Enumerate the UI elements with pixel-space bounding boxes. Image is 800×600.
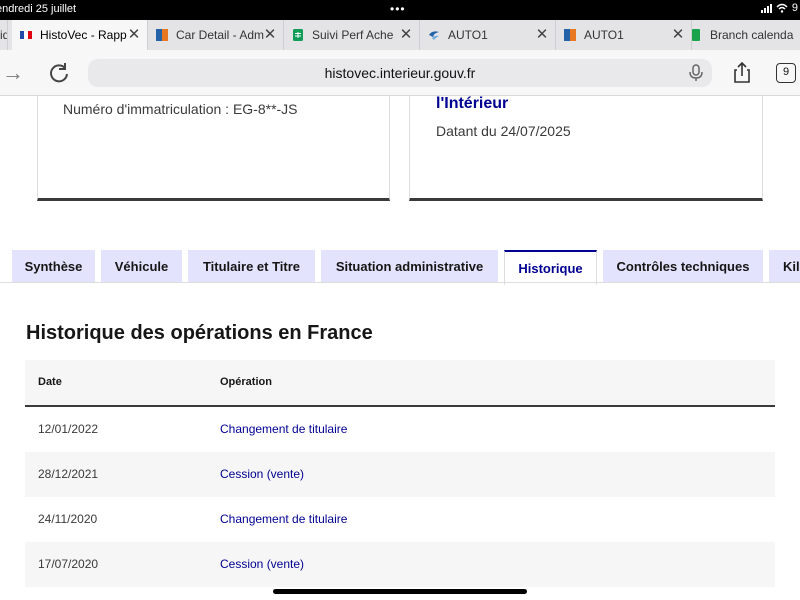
row-operation: Cession (vente) [220, 557, 305, 571]
status-indicators: 9 [760, 2, 798, 14]
close-tab-icon[interactable]: ✕ [127, 27, 141, 42]
row-date: 24/11/2020 [38, 512, 98, 526]
close-tab-icon[interactable]: ✕ [535, 27, 549, 42]
share-icon[interactable] [730, 61, 754, 85]
tab-kilometrage[interactable]: Kilo [769, 250, 800, 282]
status-bar: endredi 25 juillet ••• 9 [0, 0, 800, 20]
browser-tab-car-detail[interactable]: Car Detail - Adm ✕ [148, 20, 284, 50]
table-row: 24/11/2020 Changement de titulaire [25, 497, 775, 542]
row-operation: Changement de titulaire [220, 422, 348, 436]
row-date: 12/01/2022 [38, 422, 99, 436]
tab-controles-techniques[interactable]: Contrôles techniques [603, 250, 763, 282]
browser-toolbar: → histovec.interieur.gouv.fr 9 [0, 50, 800, 96]
tab-situation-administrative[interactable]: Situation administrative [321, 250, 498, 282]
tab-synthese[interactable]: Synthèse [12, 250, 95, 282]
web-page: Numéro d'immatriculation : EG-8**-JS l'I… [0, 96, 800, 600]
battery-percent: 9 [791, 2, 798, 14]
browser-tab-strip: ide HistoVec - Rapp ✕ Car Detail - Adm ✕… [0, 20, 800, 50]
url-text: histovec.interieur.gouv.fr [324, 65, 476, 81]
wifi-icon [776, 3, 788, 13]
browser-tab-histovec[interactable]: HistoVec - Rapp ✕ [12, 20, 148, 50]
row-operation: Changement de titulaire [220, 512, 348, 526]
browser-tab-branch-calendar[interactable]: Branch calenda [682, 20, 800, 50]
issuing-organization: l'Intérieur [436, 96, 509, 112]
tab-label: Contrôles techniques [616, 258, 750, 274]
tabs-divider [0, 282, 800, 283]
tab-historique[interactable]: Historique [504, 250, 597, 285]
tab-label: Véhicule [114, 258, 169, 274]
home-indicator[interactable] [273, 589, 527, 594]
green-doc-icon [692, 29, 700, 41]
report-tabs: Synthèse Véhicule Titulaire et Titre Sit… [0, 250, 800, 285]
table-row: 17/07/2020 Cession (vente) [25, 542, 775, 587]
browser-tab-suivi-perf[interactable]: Suivi Perf Ache ✕ [284, 20, 420, 50]
row-operation: Cession (vente) [220, 467, 305, 481]
browser-tab-title: Branch calenda [710, 28, 794, 42]
google-sheets-icon [293, 29, 303, 41]
multitask-dots-icon[interactable]: ••• [390, 2, 406, 16]
address-bar[interactable]: histovec.interieur.gouv.fr [88, 59, 712, 87]
tab-titulaire[interactable]: Titulaire et Titre [188, 250, 315, 282]
report-source-card: l'Intérieur Datant du 24/07/2025 [409, 96, 763, 201]
tab-label: Situation administrative [335, 258, 484, 274]
tab-label: Historique [518, 261, 583, 276]
report-date: Datant du 24/07/2025 [436, 123, 571, 139]
tab-label: Synthèse [24, 258, 83, 274]
close-tab-icon[interactable]: ✕ [399, 27, 413, 42]
table-header: Date Opération [25, 360, 775, 407]
browser-tab-partial[interactable]: ide [0, 20, 8, 50]
browser-tab-auto1-a[interactable]: AUTO1 ✕ [420, 20, 556, 50]
auto1-swirl-icon [429, 31, 439, 40]
column-header-date: Date [38, 376, 62, 388]
registration-card: Numéro d'immatriculation : EG-8**-JS [37, 96, 390, 201]
operations-table: Date Opération 12/01/2022 Changement de … [25, 360, 775, 587]
close-tab-icon[interactable]: ✕ [263, 27, 277, 42]
table-row: 12/01/2022 Changement de titulaire [25, 407, 775, 452]
tab-vehicule[interactable]: Véhicule [101, 250, 182, 282]
row-date: 28/12/2021 [38, 467, 99, 481]
status-datetime: endredi 25 juillet [0, 3, 77, 15]
browser-tab-title: ide [0, 28, 7, 42]
table-row: 28/12/2021 Cession (vente) [25, 452, 775, 497]
forward-arrow-icon[interactable]: → [0, 60, 26, 86]
tab-label: Kilo [783, 258, 800, 274]
browser-tab-auto1-b[interactable]: AUTO1 ✕ [556, 20, 692, 50]
microphone-icon[interactable] [688, 64, 704, 82]
cellular-signal-icon [760, 3, 772, 13]
row-date: 17/07/2020 [38, 557, 99, 571]
tab-overview-button[interactable]: 9 [776, 63, 796, 83]
blue-orange-square-icon [156, 29, 168, 41]
page-title: Historique des opérations en France [26, 322, 373, 344]
french-flag-icon [20, 31, 32, 39]
tab-label: Titulaire et Titre [202, 258, 301, 274]
column-header-operation: Opération [220, 376, 272, 388]
registration-number: Numéro d'immatriculation : EG-8**-JS [63, 101, 298, 117]
blue-orange-square-icon [564, 29, 576, 41]
reload-icon[interactable] [46, 60, 72, 86]
